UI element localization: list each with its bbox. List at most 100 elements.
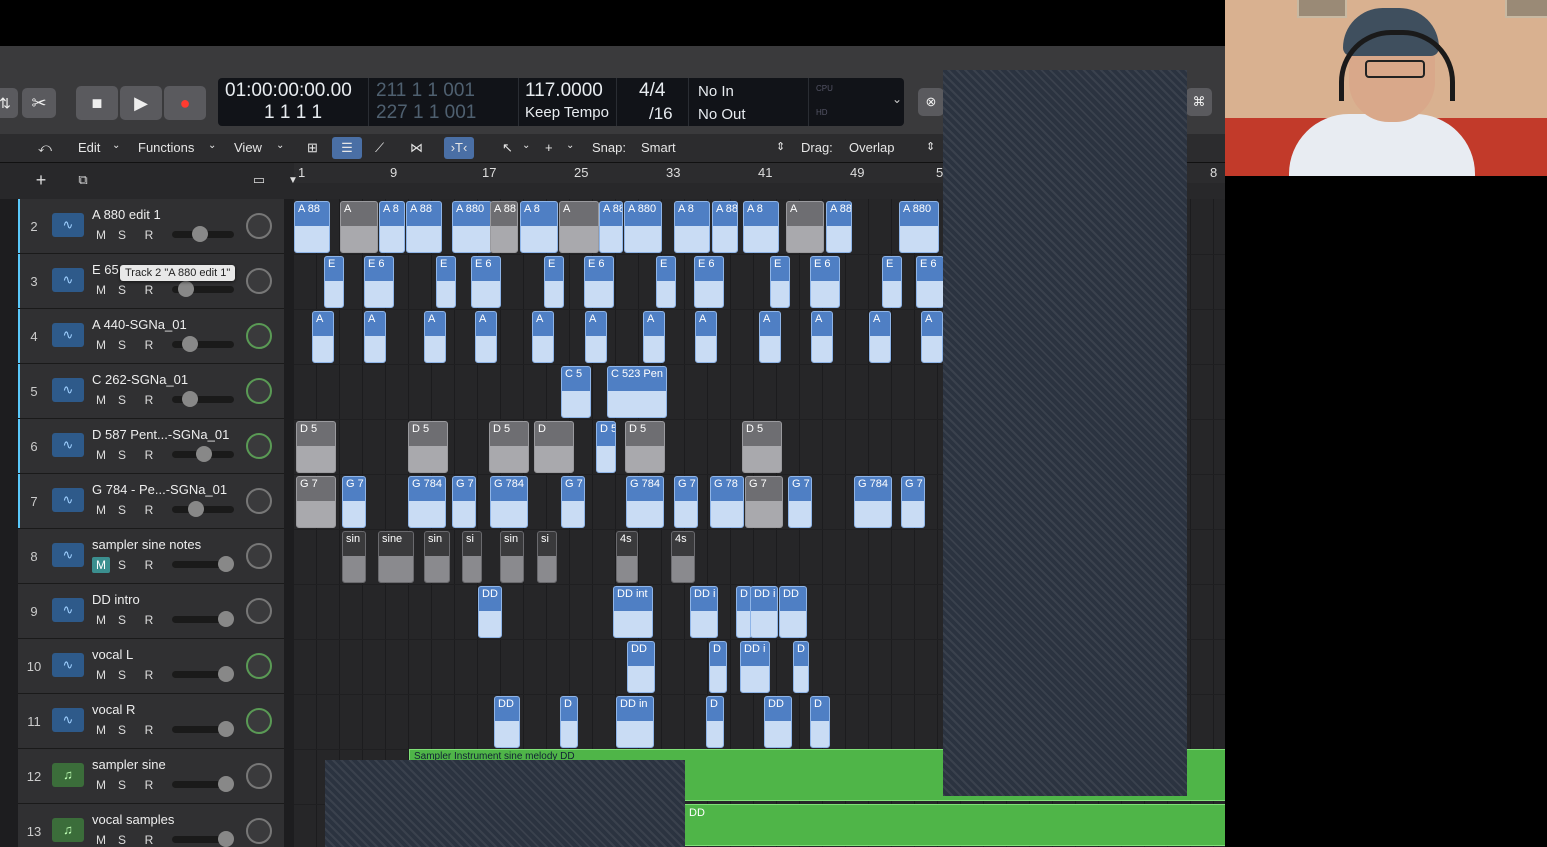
mute-button[interactable]: M (92, 227, 110, 243)
pan-dial[interactable] (246, 818, 272, 844)
audio-region[interactable]: DD i (690, 586, 718, 638)
record-enable-button[interactable]: R (140, 502, 158, 518)
mute-button[interactable]: M (92, 832, 110, 847)
audio-region[interactable]: A 88 (490, 201, 518, 253)
audio-region[interactable]: G 784 (490, 476, 528, 528)
record-enable-button[interactable]: R (140, 337, 158, 353)
audio-region[interactable]: A (559, 201, 599, 253)
solo-button[interactable]: S (113, 282, 131, 298)
audio-region[interactable]: G 7 (342, 476, 366, 528)
mute-button[interactable]: M (92, 392, 110, 408)
audio-region[interactable]: DD (494, 696, 520, 748)
audio-region[interactable]: E 6 (810, 256, 840, 308)
record-enable-button[interactable]: R (140, 447, 158, 463)
audio-region[interactable]: G 7 (745, 476, 783, 528)
track-name[interactable]: C 262-SGNa_01 (92, 372, 188, 387)
catch-icon[interactable]: ›T‹ (444, 137, 474, 159)
pan-dial[interactable] (246, 708, 272, 734)
mute-button[interactable]: M (92, 282, 110, 298)
duplicate-track-icon[interactable]: ⧉ (70, 169, 96, 191)
audio-region[interactable]: 4s (671, 531, 695, 583)
track-name[interactable]: G 784 - Pe...-SGNa_01 (92, 482, 227, 497)
audio-region[interactable]: A (869, 311, 891, 363)
mute-button[interactable]: M (92, 777, 110, 793)
track-header[interactable]: 11 ∿ vocal R MSR (18, 694, 284, 749)
solo-button[interactable]: S (113, 227, 131, 243)
back-icon[interactable]: ⤺ (38, 140, 52, 156)
volume-slider[interactable] (172, 831, 234, 847)
audio-region[interactable]: A 8 (520, 201, 558, 253)
record-enable-button[interactable]: R (140, 392, 158, 408)
midi-region[interactable]: DD (684, 804, 1225, 846)
global-tracks-icon[interactable]: ▭ (246, 169, 272, 191)
track-name[interactable]: vocal L (92, 647, 133, 662)
track-header[interactable]: 3 ∿ E 65 M S R (18, 254, 284, 309)
pan-dial[interactable] (246, 433, 272, 459)
volume-slider[interactable] (172, 391, 234, 407)
audio-region[interactable]: E (324, 256, 344, 308)
add-track-icon[interactable]: + (28, 169, 54, 191)
audio-region[interactable]: E (656, 256, 676, 308)
tempo-mode[interactable]: Keep Tempo (525, 104, 609, 121)
audio-region[interactable]: C 523 Pen (607, 366, 667, 418)
audio-region[interactable]: D 5 (742, 421, 782, 473)
audio-region[interactable]: E (544, 256, 564, 308)
play-button[interactable]: ▶ (120, 86, 162, 120)
volume-knob[interactable] (196, 446, 212, 462)
volume-slider[interactable] (172, 446, 234, 462)
audio-region[interactable]: G 7 (788, 476, 812, 528)
pointer-tool-icon[interactable]: ↖ (502, 140, 513, 156)
view-menu[interactable]: View (234, 140, 262, 155)
audio-region[interactable]: DD int (613, 586, 653, 638)
audio-region[interactable]: C 5 (561, 366, 591, 418)
audio-region[interactable]: A 8 (743, 201, 779, 253)
audio-region[interactable]: E (770, 256, 790, 308)
record-enable-button[interactable]: R (140, 667, 158, 683)
audio-region[interactable]: D (810, 696, 830, 748)
mute-button[interactable]: M (92, 612, 110, 628)
audio-region[interactable]: G 7 (561, 476, 585, 528)
division[interactable]: /16 (649, 104, 673, 124)
pan-dial[interactable] (246, 268, 272, 294)
track-name[interactable]: DD intro (92, 592, 140, 607)
audio-region[interactable]: E 6 (584, 256, 614, 308)
solo-button[interactable]: S (113, 337, 131, 353)
pan-dial[interactable] (246, 488, 272, 514)
audio-region[interactable]: DD i (750, 586, 778, 638)
mute-button[interactable]: M (92, 667, 110, 683)
audio-region[interactable]: A (643, 311, 665, 363)
audio-region[interactable]: D 5 (296, 421, 336, 473)
audio-region[interactable]: A 88 (826, 201, 852, 253)
volume-slider[interactable] (172, 611, 234, 627)
audio-region[interactable]: A 8 (674, 201, 710, 253)
audio-region[interactable]: A (921, 311, 943, 363)
record-enable-button[interactable]: R (140, 282, 158, 298)
volume-slider[interactable] (172, 226, 234, 242)
audio-region[interactable]: A (424, 311, 446, 363)
audio-region[interactable]: E 6 (916, 256, 944, 308)
track-name[interactable]: vocal R (92, 702, 135, 717)
pan-dial[interactable] (246, 763, 272, 789)
audio-region[interactable]: A 88 (294, 201, 330, 253)
automation-icon[interactable]: ⟋ (375, 140, 384, 156)
mute-button[interactable]: M (92, 447, 110, 463)
audio-region[interactable]: A (532, 311, 554, 363)
audio-region[interactable]: A 88 (712, 201, 738, 253)
audio-region[interactable]: si (462, 531, 482, 583)
audio-region[interactable]: sine (378, 531, 414, 583)
record-enable-button[interactable]: R (140, 227, 158, 243)
track-name[interactable]: sampler sine notes (92, 537, 201, 552)
grid-view-icon[interactable]: ⊞ (307, 140, 318, 156)
volume-slider[interactable] (172, 281, 234, 297)
volume-slider[interactable] (172, 776, 234, 792)
audio-region[interactable]: D (709, 641, 727, 693)
audio-region[interactable]: A 880 (624, 201, 662, 253)
volume-slider[interactable] (172, 556, 234, 572)
audio-region[interactable]: G 7 (296, 476, 336, 528)
volume-knob[interactable] (192, 226, 208, 242)
audio-region[interactable]: sin (424, 531, 450, 583)
track-name[interactable]: sampler sine (92, 757, 166, 772)
audio-region[interactable]: D 5 (625, 421, 665, 473)
volume-knob[interactable] (188, 501, 204, 517)
audio-region[interactable]: A (312, 311, 334, 363)
